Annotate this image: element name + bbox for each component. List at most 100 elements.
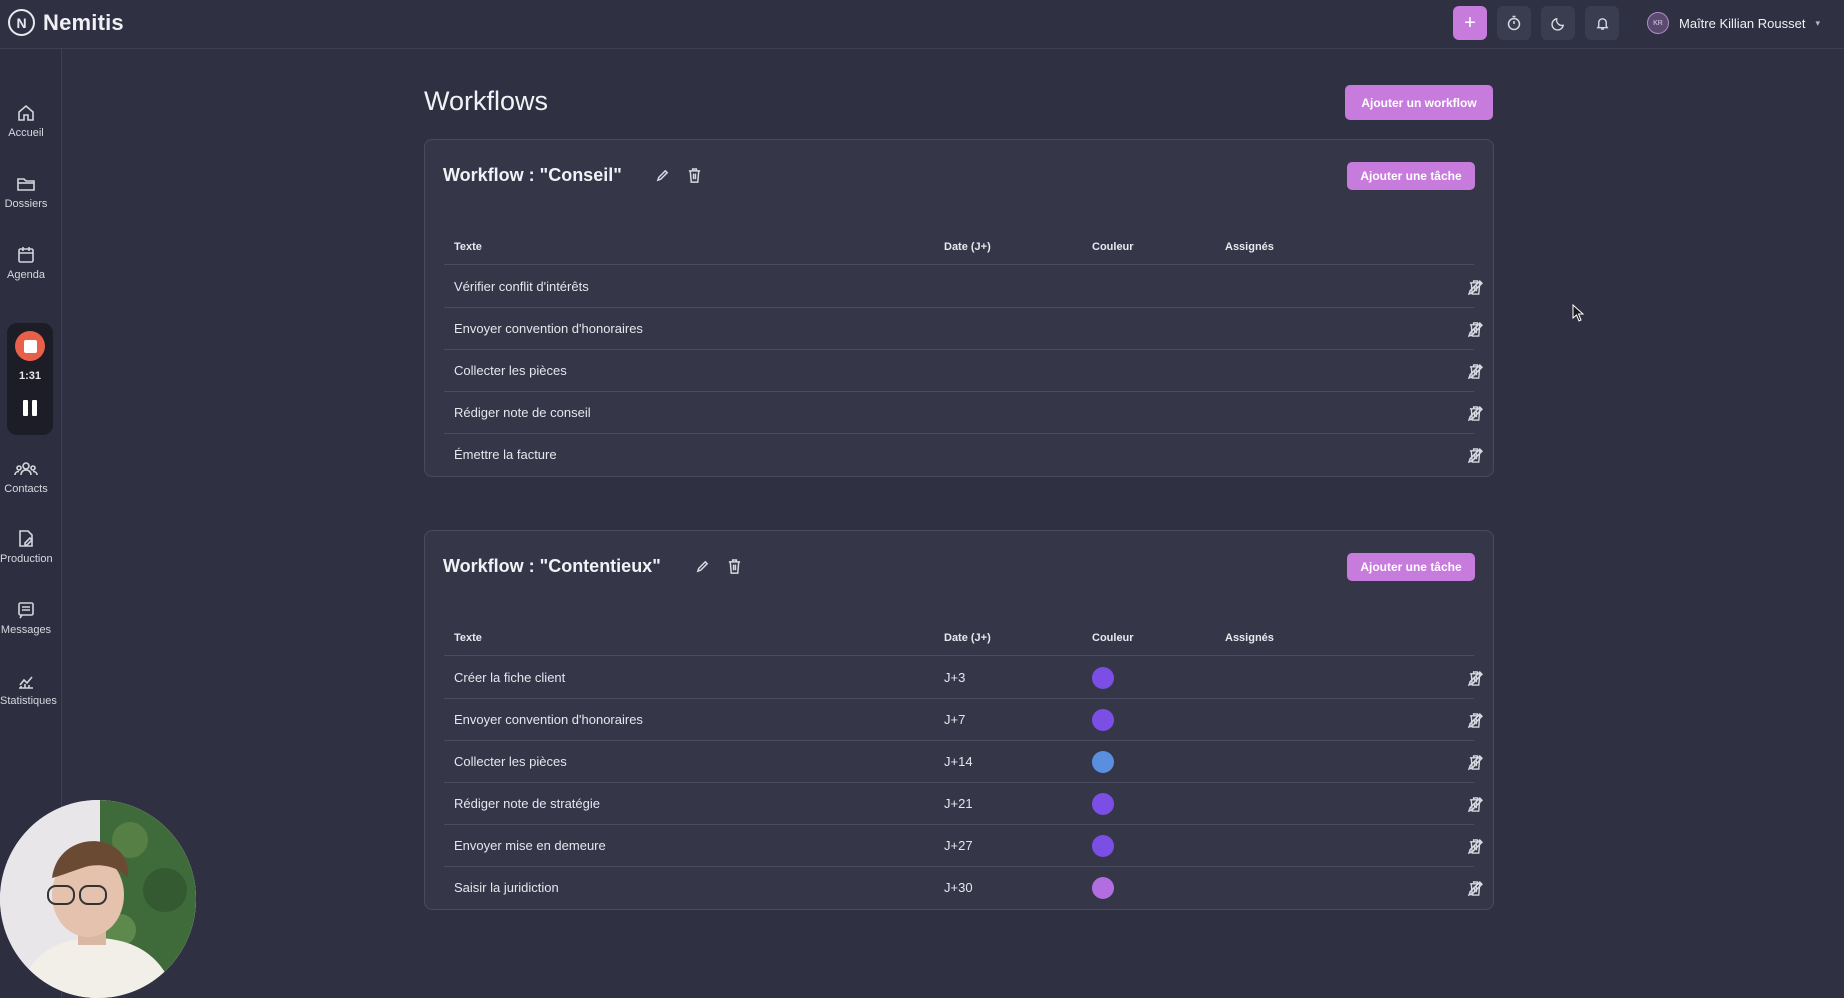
recording-time: 1:31 <box>18 370 42 382</box>
workflow-actions <box>693 557 743 575</box>
add-task-button[interactable]: Ajouter une tâche <box>1347 162 1475 190</box>
table-row: Envoyer mise en demeure J+27 <box>444 825 1483 867</box>
task-text: Envoyer mise en demeure <box>454 838 606 853</box>
workflow-title: Workflow : "Conseil" <box>443 165 622 185</box>
color-swatch <box>1092 877 1114 899</box>
bell-icon[interactable] <box>1585 6 1620 40</box>
trash-icon[interactable] <box>685 166 703 184</box>
workflow-title: Workflow : "Contentieux" <box>443 556 661 576</box>
contacts-icon <box>14 462 38 476</box>
sidebar-item-accueil[interactable]: Accueil <box>0 103 52 139</box>
add-task-button[interactable]: Ajouter une tâche <box>1347 553 1475 581</box>
color-swatch <box>1092 793 1114 815</box>
column-header-date: Date (J+) <box>944 241 991 253</box>
workflow-actions <box>653 166 703 184</box>
task-text: Rédiger note de stratégie <box>454 796 600 811</box>
sidebar-item-label: Messages <box>0 624 52 636</box>
pause-icon[interactable] <box>23 400 37 416</box>
trash-icon[interactable] <box>1466 710 1484 730</box>
sidebar-item-statistiques[interactable]: Statistiques <box>0 671 57 707</box>
chevron-down-icon: ▾ <box>1815 17 1820 28</box>
task-date: J+30 <box>944 880 973 895</box>
workflow-card-conseil: Workflow : "Conseil" Ajouter une tâche T… <box>424 139 1494 477</box>
folder-icon <box>17 178 35 191</box>
trash-icon[interactable] <box>1466 878 1484 898</box>
add-workflow-button[interactable]: Ajouter un workflow <box>1345 85 1493 120</box>
task-text: Créer la fiche client <box>454 670 566 685</box>
chart-icon <box>19 676 33 689</box>
sidebar-item-agenda[interactable]: Agenda <box>0 245 52 281</box>
color-swatch <box>1092 667 1114 689</box>
column-header-assignees: Assignés <box>1225 632 1274 644</box>
table-row: Collecter les pièces J+14 <box>444 741 1483 783</box>
table-row: Vérifier conflit d'intérêts <box>444 266 1483 308</box>
moon-icon[interactable] <box>1541 6 1576 40</box>
sidebar-item-dossiers[interactable]: Dossiers <box>0 174 52 210</box>
page-title: Workflows <box>424 86 549 116</box>
webcam-overlay <box>0 800 196 998</box>
task-date: J+7 <box>944 712 966 727</box>
table-header: Texte Date (J+) Couleur Assignés <box>444 229 1474 265</box>
column-header-assignees: Assignés <box>1225 241 1274 253</box>
message-icon <box>18 602 34 619</box>
column-header-text: Texte <box>454 241 482 253</box>
plus-icon[interactable]: + <box>1453 6 1488 40</box>
table-row: Collecter les pièces <box>444 350 1483 392</box>
sidebar-item-messages[interactable]: Messages <box>0 600 52 636</box>
task-date: J+27 <box>944 838 973 853</box>
trash-icon[interactable] <box>1466 752 1484 772</box>
trash-icon[interactable] <box>725 557 743 575</box>
task-text: Saisir la juridiction <box>454 880 559 895</box>
table-row: Créer la fiche client J+3 <box>444 657 1483 699</box>
app-name: Nemitis <box>43 9 124 35</box>
task-text: Collecter les pièces <box>454 363 567 378</box>
task-text: Rédiger note de conseil <box>454 405 591 420</box>
workflow-card-contentieux: Workflow : "Contentieux" Ajouter une tâc… <box>424 530 1494 910</box>
task-text: Envoyer convention d'honoraires <box>454 712 643 727</box>
sidebar-item-label: Production <box>0 553 53 565</box>
table-row: Rédiger note de conseil <box>444 392 1483 434</box>
avatar: KR <box>1647 12 1670 34</box>
task-date: J+21 <box>944 796 973 811</box>
table-row: Saisir la juridiction J+30 <box>444 867 1483 909</box>
trash-icon[interactable] <box>1466 361 1484 381</box>
user-menu[interactable]: KR Maître Killian Rousset ▾ <box>1647 12 1820 34</box>
column-header-date: Date (J+) <box>944 632 991 644</box>
trash-icon[interactable] <box>1466 403 1484 423</box>
table-row: Émettre la facture <box>444 434 1483 476</box>
logo-icon: N <box>8 9 35 36</box>
sidebar-item-production[interactable]: Production <box>0 529 53 565</box>
top-bar: N Nemitis + KR Maître Killian Rousset ▾ <box>0 0 1844 49</box>
app-logo[interactable]: N Nemitis <box>8 9 124 36</box>
color-swatch <box>1092 751 1114 773</box>
table-row: Rédiger note de stratégie J+21 <box>444 783 1483 825</box>
trash-icon[interactable] <box>1466 277 1484 297</box>
mouse-cursor-icon <box>1572 304 1584 322</box>
sidebar-item-label: Agenda <box>7 269 45 281</box>
trash-icon[interactable] <box>1466 445 1484 465</box>
task-date: J+3 <box>944 670 966 685</box>
timer-icon[interactable] <box>1497 6 1532 40</box>
sidebar-item-label: Statistiques <box>0 695 57 707</box>
stop-recording-button[interactable] <box>15 331 45 361</box>
table-row: Envoyer convention d'honoraires J+7 <box>444 699 1483 741</box>
trash-icon[interactable] <box>1466 794 1484 814</box>
trash-icon[interactable] <box>1466 319 1484 339</box>
column-header-text: Texte <box>454 632 482 644</box>
task-date: J+14 <box>944 754 973 769</box>
task-text: Collecter les pièces <box>454 754 567 769</box>
sidebar-item-contacts[interactable]: Contacts <box>0 459 52 495</box>
sidebar-item-label: Dossiers <box>4 198 48 210</box>
calendar-icon <box>18 247 34 263</box>
edit-icon[interactable] <box>653 166 671 184</box>
column-header-color: Couleur <box>1092 241 1134 253</box>
color-swatch <box>1092 835 1114 857</box>
trash-icon[interactable] <box>1466 836 1484 856</box>
table-header: Texte Date (J+) Couleur Assignés <box>444 620 1474 656</box>
user-name: Maître Killian Rousset <box>1679 15 1806 31</box>
table-row: Envoyer convention d'honoraires <box>444 308 1483 350</box>
task-text: Vérifier conflit d'intérêts <box>454 279 589 294</box>
trash-icon[interactable] <box>1466 668 1484 688</box>
edit-icon[interactable] <box>693 557 711 575</box>
task-text: Envoyer convention d'honoraires <box>454 321 643 336</box>
